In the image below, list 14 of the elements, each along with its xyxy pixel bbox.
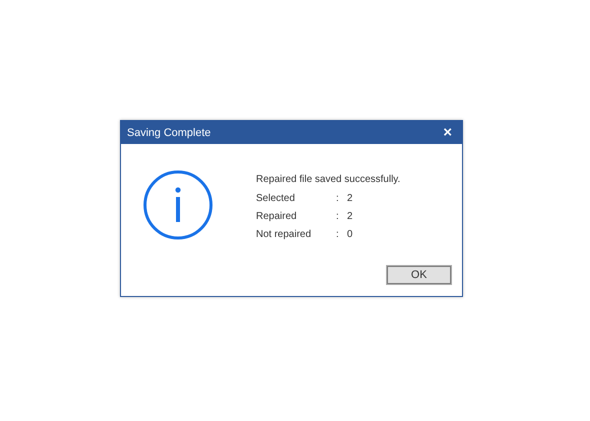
- ok-button[interactable]: OK: [386, 265, 452, 285]
- stat-label: Not repaired: [256, 229, 312, 241]
- close-button[interactable]: ×: [443, 125, 452, 140]
- info-icon: [143, 170, 213, 240]
- stat-separator: :: [336, 193, 340, 205]
- window-title: Saving Complete: [127, 126, 211, 138]
- stat-value: 0: [347, 229, 354, 241]
- stat-value: 2: [347, 211, 354, 223]
- stat-separator: :: [336, 211, 340, 223]
- stat-separator: :: [336, 229, 340, 241]
- message-text: Repaired file saved successfully.: [256, 174, 400, 185]
- stat-label: Selected: [256, 193, 296, 205]
- stat-value: 2: [347, 193, 354, 205]
- stat-label: Repaired: [256, 211, 298, 223]
